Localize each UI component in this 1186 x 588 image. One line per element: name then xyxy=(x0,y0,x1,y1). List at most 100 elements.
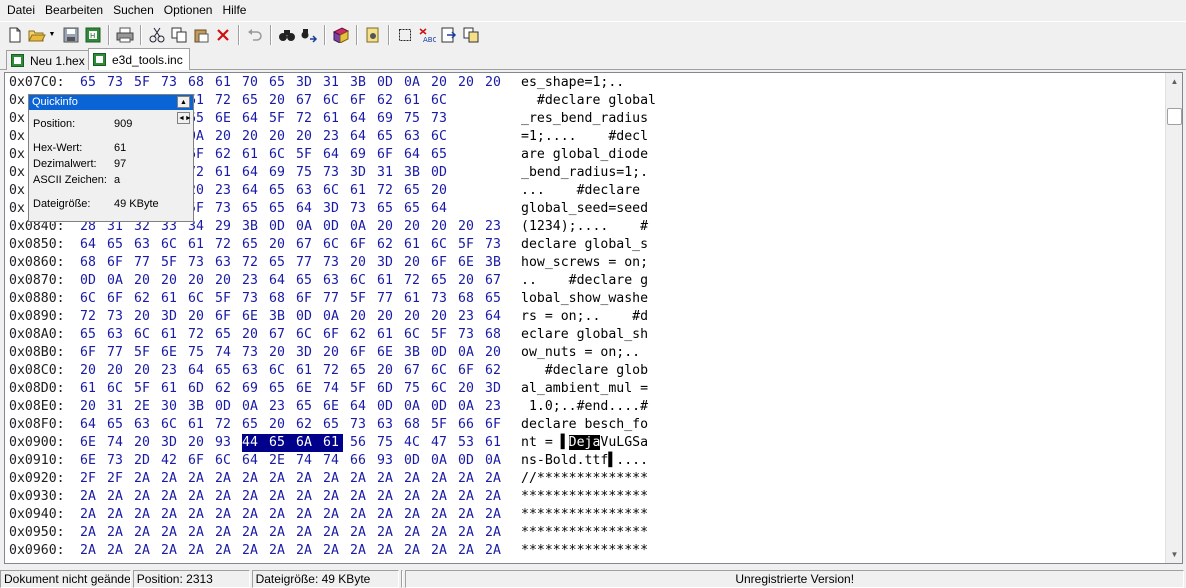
hex-byte[interactable]: 20 xyxy=(404,254,424,272)
hex-byte[interactable]: 0A xyxy=(296,218,316,236)
hex-byte[interactable]: 2A xyxy=(161,470,181,488)
hex-byte[interactable]: 2A xyxy=(458,470,478,488)
hex-byte[interactable]: 0D xyxy=(215,398,235,416)
hex-byte[interactable]: 0D xyxy=(269,218,289,236)
hex-byte[interactable]: 2A xyxy=(269,506,289,524)
hex-byte[interactable]: 4C xyxy=(404,434,424,452)
hex-byte[interactable]: 68 xyxy=(188,74,208,92)
hex-byte[interactable]: 2D xyxy=(134,452,154,470)
hex-byte[interactable]: 2A xyxy=(242,488,262,506)
hex-byte[interactable]: 2A xyxy=(323,542,343,560)
ascii-text[interactable]: **************** xyxy=(521,506,648,524)
hex-byte[interactable]: 65 xyxy=(485,290,505,308)
hex-byte[interactable]: 3B xyxy=(242,218,262,236)
hex-byte[interactable]: 73 xyxy=(350,200,370,218)
hex-byte[interactable]: 65 xyxy=(296,398,316,416)
hex-byte[interactable]: 2A xyxy=(431,542,451,560)
hex-byte[interactable]: 2A xyxy=(377,542,397,560)
save-button[interactable] xyxy=(60,24,82,46)
hex-byte[interactable]: 64 xyxy=(350,110,370,128)
hex-byte[interactable]: 68 xyxy=(404,416,424,434)
hex-byte[interactable]: 6F xyxy=(188,452,208,470)
hex-byte[interactable]: 65 xyxy=(269,434,296,452)
hex-byte[interactable]: 2A xyxy=(134,506,154,524)
hex-row[interactable]: 0x0850: 64 65 63 6C 61 72 65 20 67 6C 6F 62 61 6C 5F 73 d… xyxy=(9,236,689,254)
hex-byte[interactable]: 62 xyxy=(296,416,316,434)
hex-byte[interactable]: 20 xyxy=(161,272,181,290)
hex-byte[interactable]: 5F xyxy=(350,290,370,308)
hex-byte[interactable]: 77 xyxy=(296,254,316,272)
ascii-text[interactable]: ns-Bold.ttf▌.... xyxy=(521,452,648,470)
hex-row[interactable]: 0x07C0: 65 73 5F 73 68 61 70 65 3D 31 3B 0D 0A 20 20 20 e… xyxy=(9,74,689,92)
hex-byte[interactable]: 2A xyxy=(431,488,451,506)
hex-byte[interactable]: 2A xyxy=(296,542,316,560)
hex-byte[interactable]: 20 xyxy=(215,128,235,146)
scroll-up-icon[interactable]: ▲ xyxy=(1166,73,1182,90)
hex-byte[interactable]: 2A xyxy=(350,488,370,506)
hex-byte[interactable]: 20 xyxy=(269,416,289,434)
quickinfo-collapse-icon[interactable]: ▲ xyxy=(177,96,190,108)
hex-byte[interactable]: 6C xyxy=(80,290,100,308)
hex-byte[interactable]: 73 xyxy=(215,200,235,218)
ascii-text[interactable]: are global_diode xyxy=(521,146,648,164)
hex-byte[interactable]: 62 xyxy=(215,146,235,164)
hex-byte[interactable]: 6C xyxy=(296,326,316,344)
hex-byte[interactable]: 62 xyxy=(377,92,397,110)
hex-byte[interactable]: 65 xyxy=(269,74,289,92)
hex-byte[interactable]: 6C xyxy=(323,182,343,200)
hex-byte[interactable]: 61 xyxy=(215,74,235,92)
hex-byte[interactable]: 6F xyxy=(350,344,370,362)
hex-byte[interactable]: 61 xyxy=(404,92,424,110)
hex-byte[interactable]: 68 xyxy=(80,254,100,272)
hex-byte[interactable]: 65 xyxy=(404,200,424,218)
hex-byte[interactable]: 70 xyxy=(242,74,262,92)
hex-byte[interactable]: 5F xyxy=(431,416,451,434)
hex-byte[interactable]: 20 xyxy=(188,272,208,290)
hex-byte[interactable]: 63 xyxy=(215,254,235,272)
hex-byte[interactable]: 20 xyxy=(134,272,154,290)
hex-byte[interactable]: 68 xyxy=(458,290,478,308)
hex-byte[interactable]: 2F xyxy=(107,470,127,488)
hex-byte[interactable]: 2A xyxy=(161,506,181,524)
hex-byte[interactable]: 6C xyxy=(107,380,127,398)
hex-byte[interactable]: 61 xyxy=(296,362,316,380)
hex-byte[interactable]: 2A xyxy=(215,542,235,560)
hex-byte[interactable]: 0D xyxy=(431,164,451,182)
save-all-button[interactable]: H xyxy=(82,24,104,46)
hex-byte[interactable]: 6F xyxy=(107,290,127,308)
hex-byte[interactable]: 93 xyxy=(377,452,397,470)
hex-byte[interactable]: 20 xyxy=(431,182,451,200)
hex-byte[interactable]: 77 xyxy=(107,344,127,362)
hex-byte[interactable]: 2A xyxy=(161,488,181,506)
hex-byte[interactable]: 6C xyxy=(431,128,451,146)
hex-byte[interactable]: 3B xyxy=(485,254,505,272)
select-block-button[interactable] xyxy=(394,24,416,46)
ascii-text[interactable]: global_seed=seed xyxy=(521,200,648,218)
hex-byte[interactable]: 20 xyxy=(404,308,424,326)
hex-byte[interactable]: 65 xyxy=(107,416,127,434)
hex-byte[interactable]: 72 xyxy=(188,326,208,344)
cut-button[interactable] xyxy=(146,24,168,46)
hex-byte[interactable]: 6C xyxy=(161,416,181,434)
hex-byte[interactable]: 20 xyxy=(431,218,451,236)
hex-row[interactable]: 0x0860: 68 6F 77 5F 73 63 72 65 77 73 20 3D 20 6F 6E 3B h… xyxy=(9,254,689,272)
hex-byte[interactable]: 73 xyxy=(323,254,343,272)
delete-button[interactable] xyxy=(212,24,234,46)
hex-row[interactable]: 0x0940: 2A 2A 2A 2A 2A 2A 2A 2A 2A 2A 2A 2A 2A 2A 2A 2A *… xyxy=(9,506,689,524)
hex-byte[interactable]: 2A xyxy=(188,542,208,560)
hex-byte[interactable]: 6E xyxy=(296,380,316,398)
hex-row[interactable]: 0x0930: 2A 2A 2A 2A 2A 2A 2A 2A 2A 2A 2A 2A 2A 2A 2A 2A *… xyxy=(9,488,689,506)
hex-byte[interactable]: 61 xyxy=(323,434,343,452)
hex-byte[interactable]: 64 xyxy=(485,308,505,326)
hex-byte[interactable]: 61 xyxy=(242,146,262,164)
hex-byte[interactable]: 20 xyxy=(188,434,208,452)
hex-byte[interactable]: 20 xyxy=(323,344,343,362)
hex-byte[interactable]: 63 xyxy=(377,416,397,434)
hex-byte[interactable]: 31 xyxy=(323,74,343,92)
hex-byte[interactable]: 2E xyxy=(269,452,289,470)
hex-byte[interactable]: 63 xyxy=(107,326,127,344)
hex-byte[interactable]: 77 xyxy=(377,290,397,308)
hex-byte[interactable]: 20 xyxy=(350,308,370,326)
hex-byte[interactable]: 2A xyxy=(107,488,127,506)
hex-byte[interactable]: 2A xyxy=(431,470,451,488)
